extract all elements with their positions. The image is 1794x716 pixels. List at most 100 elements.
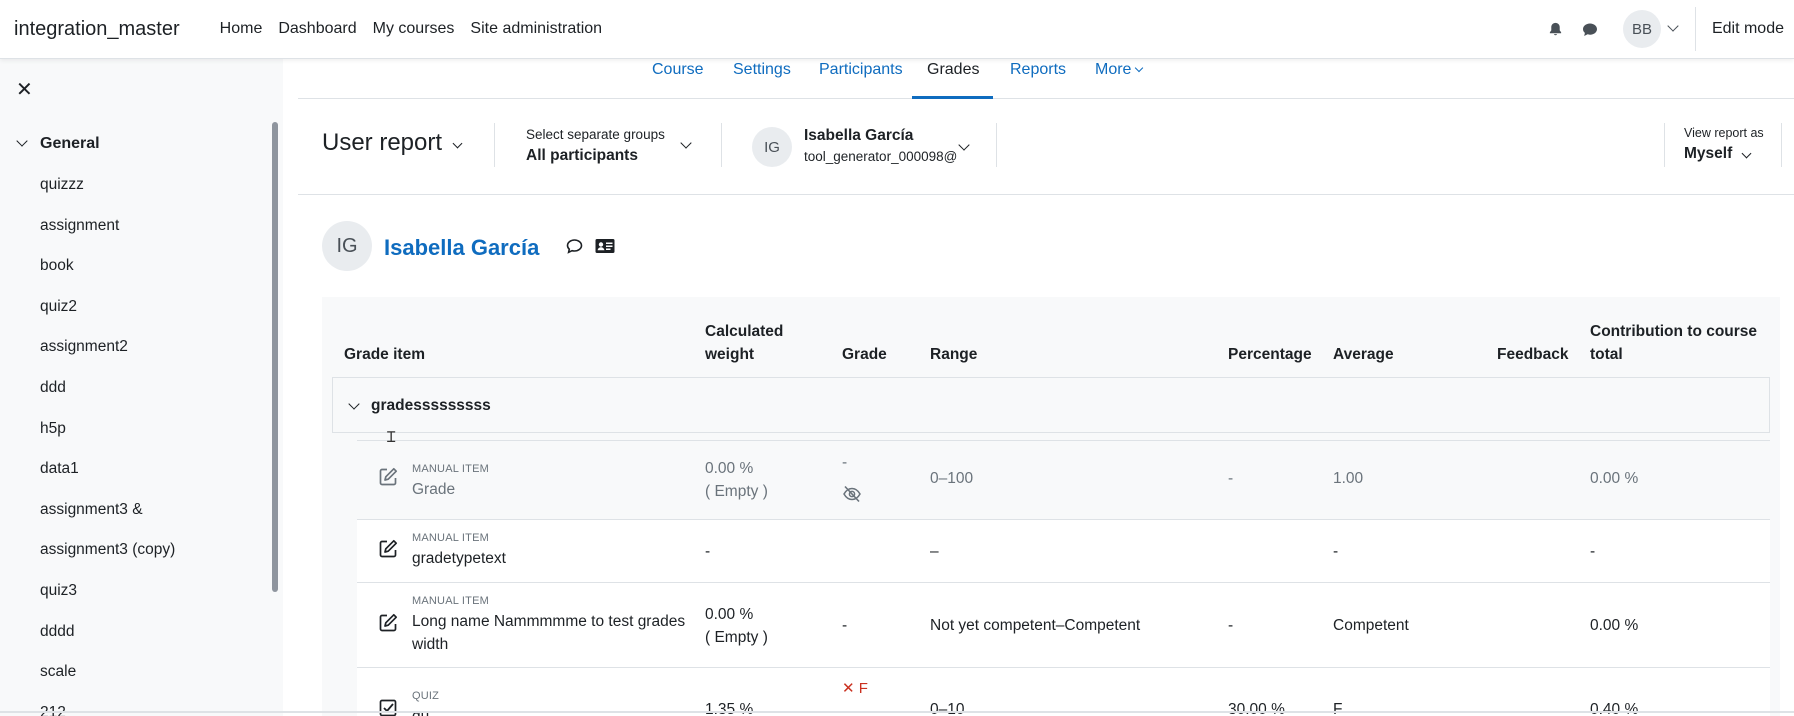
report-action-bar: User report Select separate groups All p… [298,99,1794,195]
average-value: 1.00 [1333,470,1364,487]
contribution-value: 0.00 % [1590,617,1639,634]
text-cursor-icon: Ɪ [387,429,396,446]
category-name: gradesssssssss [371,397,491,414]
selected-user-name[interactable]: Isabella García [804,127,913,145]
fail-x-icon: ✕ [842,680,855,697]
activity-link[interactable]: assignment2 [40,338,175,379]
activity-link[interactable]: ddd [40,379,175,420]
table-row: MANUAL ITEM Grade 0.00 % ( Empty ) - 0–1… [357,440,1770,519]
grade-item-name: Grade [412,481,456,498]
category-row[interactable]: gradesssssssss [332,377,1770,433]
view-as-chevron-down-icon[interactable] [1741,148,1752,159]
tab-settings[interactable]: Settings [733,59,791,99]
activity-link[interactable]: assignment [40,217,175,258]
contact-card-icon[interactable] [595,238,615,258]
calculated-weight: 0.00 % [705,460,754,477]
tab-more-label: More [1095,61,1132,78]
user-avatar: IG [322,221,372,271]
edit-item-icon[interactable] [379,613,398,636]
bar-divider [494,123,495,167]
item-kind-label: QUIZ [412,690,440,702]
activity-link[interactable]: quizzz [40,176,175,217]
header-feedback: Feedback [1497,346,1569,363]
notifications-bell-icon[interactable] [1541,14,1571,44]
user-profile-link[interactable]: Isabella García [384,235,539,261]
header-percentage: Percentage [1228,346,1312,363]
user-selector-chevron-down-icon[interactable] [958,139,970,151]
activity-link[interactable]: assignment3 (copy) [40,541,175,582]
percentage-value: - [1228,617,1234,634]
calculated-weight-note: ( Empty ) [705,483,768,500]
activity-link[interactable]: h5p [40,420,175,461]
edit-item-icon[interactable] [379,467,398,490]
nav-dashboard[interactable]: Dashboard [270,20,364,38]
navbar-user-area: BB Edit mode [1537,0,1794,58]
item-kind-label: MANUAL ITEM [412,595,489,607]
activity-link[interactable]: quiz2 [40,298,175,339]
edit-mode-toggle[interactable]: Edit mode [1712,20,1784,38]
view-as-label: View report as [1684,126,1764,140]
tab-participants[interactable]: Participants [819,59,903,99]
tab-grades[interactable]: Grades [912,59,993,99]
drawer-scrollbar[interactable] [272,122,278,592]
grade-value: - [842,454,848,471]
edit-item-icon[interactable] [379,539,398,562]
course-index-drawer: ✕ General quizzz assignment book quiz2 a… [0,59,283,716]
quiz-checkbox-icon[interactable] [379,698,398,716]
navbar-divider [1694,7,1696,51]
grade-value: F [858,680,868,697]
bar-divider [721,123,722,167]
header-grade-item: Grade item [344,346,425,363]
messages-chat-icon[interactable] [1575,14,1605,44]
view-as-value[interactable]: Myself [1684,145,1732,163]
header-average: Average [1333,346,1394,363]
activity-link[interactable]: data1 [40,460,175,501]
user-grade-table: Grade item Calculated weight Grade Range… [322,297,1780,716]
bar-divider [1664,123,1665,167]
range-value: 0–10 [930,701,965,716]
tab-reports[interactable]: Reports [1010,59,1066,99]
calculated-weight: 0.00 % [705,606,754,623]
table-row: MANUAL ITEM gradetypetext - – - - [357,519,1770,582]
message-user-icon[interactable] [566,238,583,258]
activity-link[interactable]: quiz3 [40,582,175,623]
activity-link[interactable]: 212 [40,704,175,716]
site-brand[interactable]: integration_master [14,18,180,41]
contribution-value: 0.00 % [1590,470,1639,487]
groups-chevron-down-icon[interactable] [680,137,692,149]
contribution-value: 0.40 % [1590,701,1639,716]
category-collapse-chevron-icon[interactable] [348,398,360,410]
header-calculated-weight-line2: weight [705,346,755,363]
groups-label: Select separate groups [526,127,665,142]
item-kind-label: MANUAL ITEM [412,463,489,475]
report-selector[interactable]: User report [322,129,463,157]
viewport-bottom-edge [0,711,1794,713]
tab-course[interactable]: Course [652,59,704,99]
nav-my-courses[interactable]: My courses [365,20,463,38]
user-menu-chevron-down-icon[interactable] [1667,20,1679,32]
grade-item-name: gradetypetext [412,550,506,567]
activity-link[interactable]: book [40,257,175,298]
activity-link[interactable]: dddd [40,623,175,664]
activity-link[interactable]: assignment3 & [40,501,175,542]
item-kind-label: MANUAL ITEM [412,532,489,544]
contribution-value: - [1590,543,1596,560]
bar-divider [1781,123,1782,167]
primary-navigation: Home Dashboard My courses Site administr… [212,20,610,38]
user-menu-avatar[interactable]: BB [1622,10,1661,48]
course-activity-list: quizzz assignment book quiz2 assignment2… [40,176,175,716]
tab-more[interactable]: More [1095,59,1144,99]
bar-divider [996,123,997,167]
close-drawer-icon[interactable]: ✕ [16,77,33,102]
calculated-weight: - [705,543,711,560]
activity-link[interactable]: scale [40,663,175,704]
selected-user-email: tool_generator_000098@ [804,149,958,164]
groups-selector-value[interactable]: All participants [526,147,638,165]
section-general-header[interactable]: General [16,135,100,153]
header-contribution-line1: Contribution to course [1590,323,1758,340]
calculated-weight-note: ( Empty ) [705,629,768,646]
nav-site-administration[interactable]: Site administration [462,20,610,38]
average-value: - [1333,543,1339,560]
nav-home[interactable]: Home [212,20,271,38]
calculated-weight: 1.35 % [705,701,754,716]
